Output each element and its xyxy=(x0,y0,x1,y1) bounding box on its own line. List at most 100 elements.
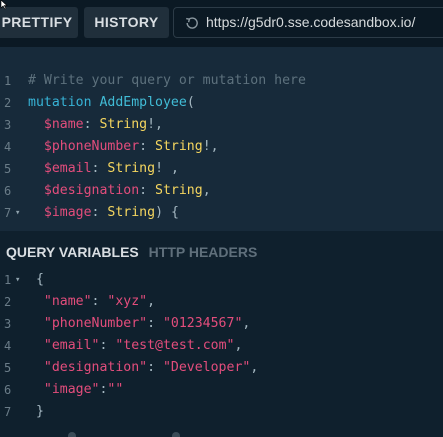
bottom-handle-icon xyxy=(68,432,76,437)
code-text: mutation AddEmployee( xyxy=(28,92,195,114)
line-number: 4 xyxy=(4,140,12,154)
code-token: : xyxy=(99,338,116,353)
code-text: $designation: String, xyxy=(28,180,211,202)
line-number: 7 xyxy=(4,405,12,419)
code-line: 5 "designation": "Developer", xyxy=(0,357,443,379)
code-line: 2 "name": "xyz", xyxy=(0,291,443,313)
code-token: "xyz" xyxy=(107,294,148,309)
history-icon[interactable] xyxy=(184,15,200,31)
code-token: AddEmployee xyxy=(99,95,187,110)
code-token: { xyxy=(28,272,44,287)
tab-query-variables[interactable]: QUERY VARIABLES xyxy=(6,244,139,260)
code-line: 7 } xyxy=(0,401,443,423)
code-token: "phoneNumber" xyxy=(28,316,148,331)
code-token: "Developer" xyxy=(162,360,251,375)
code-text: "name": "xyz", xyxy=(28,291,155,313)
code-line: 1 # Write your query or mutation here xyxy=(0,70,443,92)
code-text: "designation": "Developer", xyxy=(28,357,258,379)
code-line: 7 ▾ $image: String) { xyxy=(0,202,443,224)
code-line: 6 "image":"" xyxy=(0,379,443,401)
line-number: 6 xyxy=(4,383,12,397)
code-token: : xyxy=(147,360,163,375)
code-line: 5 $email: String! , xyxy=(0,158,443,180)
code-token: : xyxy=(91,161,108,176)
line-number: 2 xyxy=(4,295,12,309)
code-token: String xyxy=(155,139,203,154)
code-token: : xyxy=(91,294,108,309)
code-token: ! , xyxy=(155,161,179,176)
code-token: mutation xyxy=(28,95,100,110)
code-text: "email": "test@test.com", xyxy=(28,335,243,357)
code-token: "email" xyxy=(28,338,100,353)
code-line: 4 "email": "test@test.com", xyxy=(0,335,443,357)
code-token: , xyxy=(234,338,243,353)
code-token: "image" xyxy=(28,382,100,397)
line-number: 1 xyxy=(4,74,12,88)
code-token: "designation" xyxy=(28,360,148,375)
code-token: ) { xyxy=(155,205,179,220)
code-token: : xyxy=(83,117,100,132)
line-number: 4 xyxy=(4,339,12,353)
code-token: "test@test.com" xyxy=(115,338,235,353)
code-line: 2 mutation AddEmployee( xyxy=(0,92,443,114)
code-token: $image xyxy=(28,205,92,220)
fold-chevron-icon[interactable]: ▾ xyxy=(15,202,20,224)
line-number: 6 xyxy=(4,184,12,198)
code-token: : xyxy=(147,316,163,331)
code-line: 1 ▾ { xyxy=(0,269,443,291)
code-token: , xyxy=(250,360,259,375)
code-token: } xyxy=(28,404,44,419)
code-token: : xyxy=(139,183,156,198)
line-number: 3 xyxy=(4,118,12,132)
toolbar: PRETTIFY HISTORY https://g5dr0.sse.codes… xyxy=(0,0,443,47)
line-number: 1 xyxy=(4,273,12,287)
code-token: String xyxy=(155,183,203,198)
code-token: "name" xyxy=(28,294,92,309)
fold-chevron-icon[interactable]: ▾ xyxy=(15,269,20,291)
code-line: 3 "phoneNumber": "01234567", xyxy=(0,313,443,335)
code-token: String xyxy=(99,117,148,132)
line-number: 3 xyxy=(4,317,12,331)
history-button[interactable]: HISTORY xyxy=(84,7,169,38)
graphql-playground: PRETTIFY HISTORY https://g5dr0.sse.codes… xyxy=(0,0,443,437)
code-line: 3 $name: String!, xyxy=(0,114,443,136)
code-token: $designation xyxy=(28,183,140,198)
code-text: # Write your query or mutation here xyxy=(28,70,306,92)
line-number: 5 xyxy=(4,162,12,176)
code-text: "image":"" xyxy=(28,379,123,401)
code-text: $name: String!, xyxy=(28,114,163,136)
code-token: String xyxy=(107,161,156,176)
endpoint-url-field[interactable]: https://g5dr0.sse.codesandbox.io/ xyxy=(173,7,443,38)
code-text: $phoneNumber: String!, xyxy=(28,136,219,158)
variables-panel-tabs: QUERY VARIABLES HTTP HEADERS xyxy=(6,242,257,262)
code-line: 6 $designation: String, xyxy=(0,180,443,202)
code-token: : xyxy=(91,205,108,220)
code-text: $email: String! , xyxy=(28,158,179,180)
code-token: $email xyxy=(28,161,92,176)
mouse-cursor-icon xyxy=(0,0,8,10)
code-token: "" xyxy=(107,382,124,397)
code-token: $name xyxy=(28,117,84,132)
code-token: , xyxy=(147,294,156,309)
code-text: "phoneNumber": "01234567", xyxy=(28,313,250,335)
variables-panel: QUERY VARIABLES HTTP HEADERS 1 ▾ {2 "name… xyxy=(0,231,443,437)
code-token: String xyxy=(107,205,156,220)
tab-http-headers[interactable]: HTTP HEADERS xyxy=(149,244,258,260)
line-number: 7 xyxy=(4,206,12,220)
code-token: : xyxy=(139,139,156,154)
code-text: $image: String) { xyxy=(28,202,179,224)
bottom-handle-icon xyxy=(172,432,180,437)
endpoint-url: https://g5dr0.sse.codesandbox.io/ xyxy=(206,14,416,30)
code-text: } xyxy=(28,401,44,423)
query-editor[interactable]: 1 # Write your query or mutation here 2 mut… xyxy=(0,70,443,230)
code-token: , xyxy=(202,183,211,198)
code-token: , xyxy=(242,316,251,331)
code-token: # Write your query or mutation here xyxy=(28,73,306,88)
prettify-button[interactable]: PRETTIFY xyxy=(0,7,78,38)
line-number: 2 xyxy=(4,96,12,110)
code-token: !, xyxy=(202,139,219,154)
code-token: "01234567" xyxy=(162,316,243,331)
code-token: ( xyxy=(186,95,195,110)
code-token: !, xyxy=(147,117,163,132)
line-number: 5 xyxy=(4,361,12,375)
